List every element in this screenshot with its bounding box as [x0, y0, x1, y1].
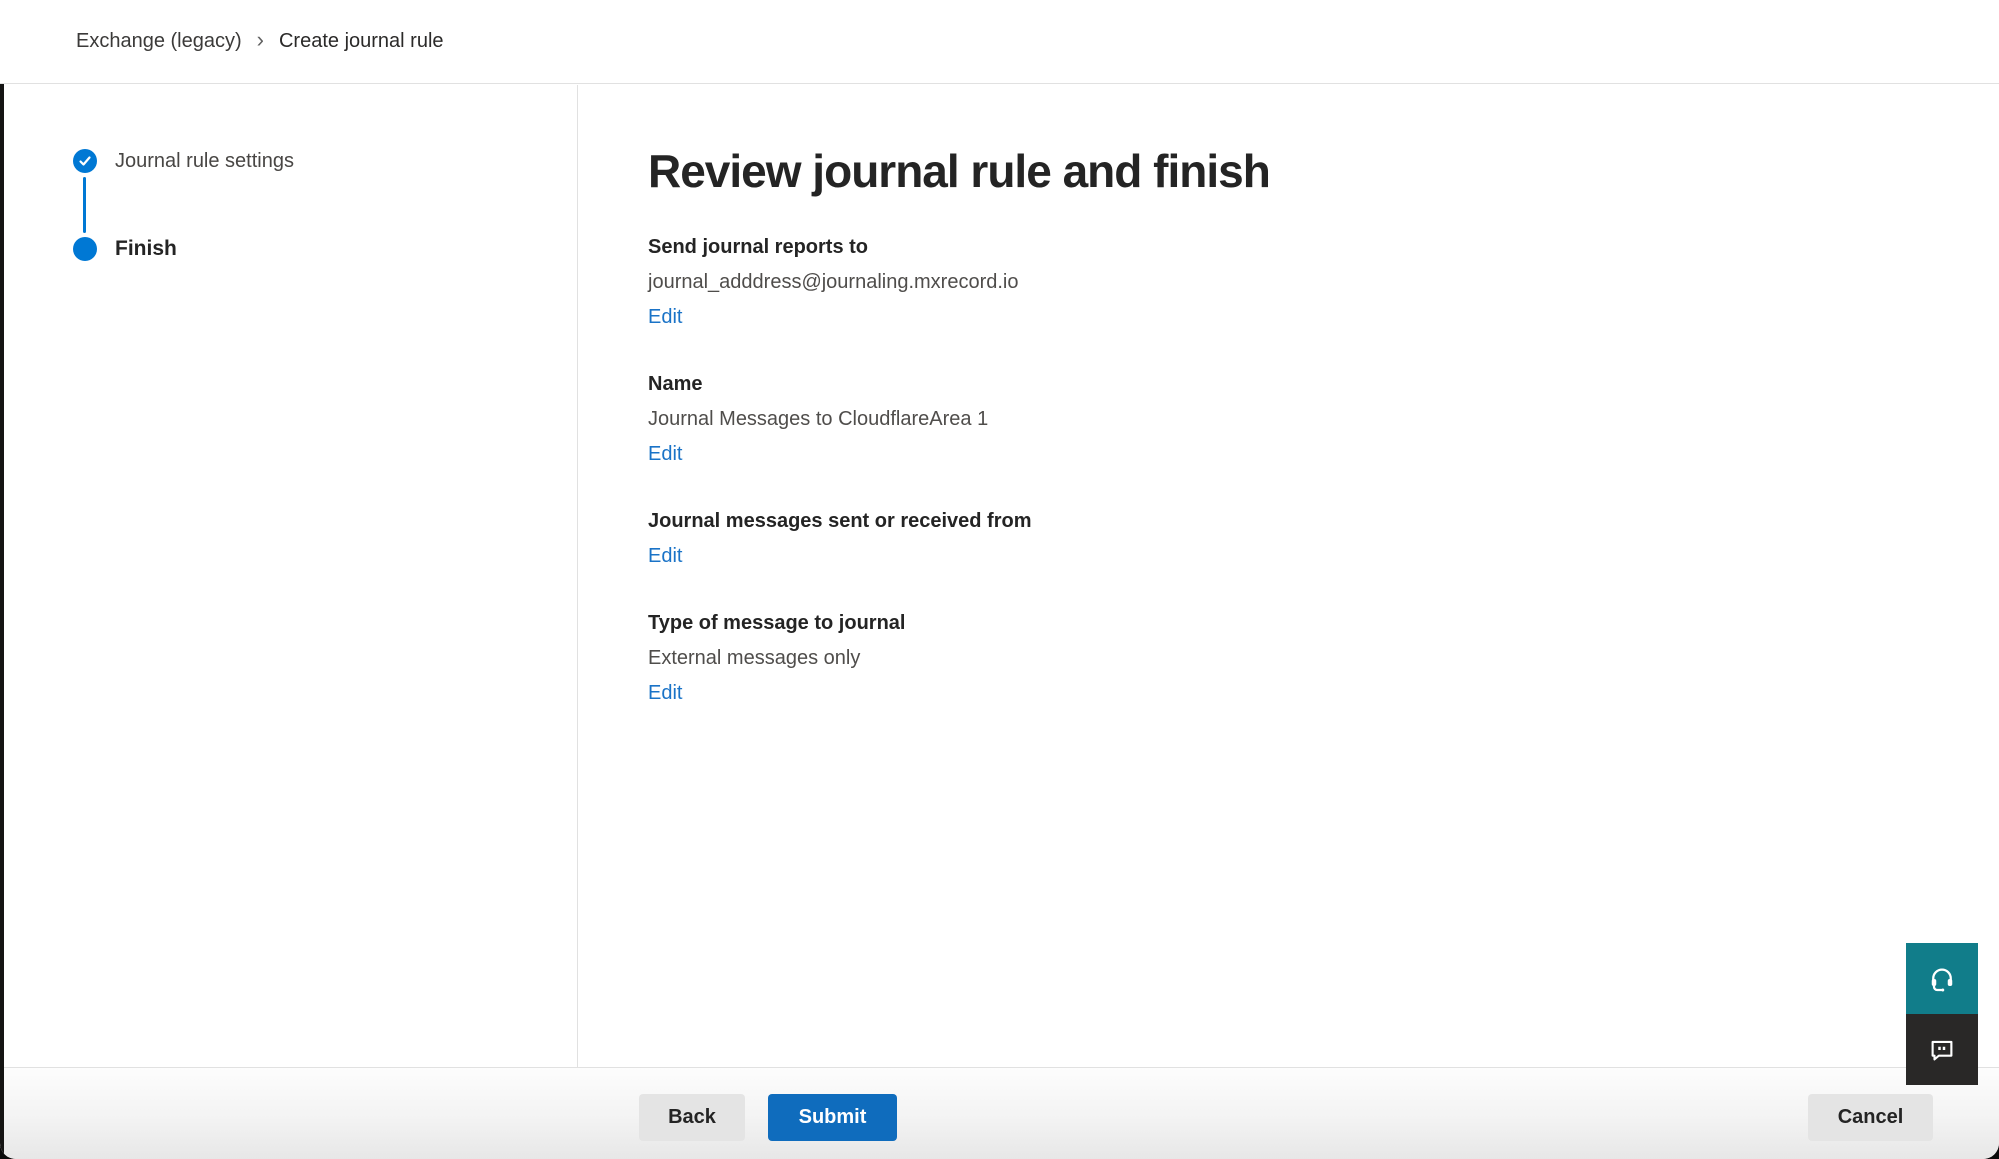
stepper-step-finish[interactable]: Finish	[73, 237, 577, 261]
stepper-step-label: Journal rule settings	[115, 150, 294, 173]
app-window: Exchange (legacy) › Create journal rule …	[0, 0, 1999, 1159]
edit-send-journal-reports-link[interactable]: Edit	[648, 300, 682, 335]
breadcrumb-create-journal-rule: Create journal rule	[279, 30, 444, 53]
submit-button[interactable]: Submit	[768, 1094, 897, 1141]
chevron-right-icon: ›	[257, 29, 264, 54]
breadcrumb-exchange-legacy[interactable]: Exchange (legacy)	[76, 30, 242, 53]
support-button[interactable]	[1906, 943, 1978, 1014]
edit-journal-scope-link[interactable]: Edit	[648, 539, 682, 574]
breadcrumb: Exchange (legacy) › Create journal rule	[76, 29, 444, 54]
page-title: Review journal rule and finish	[648, 140, 1999, 202]
rule-name-value: Journal Messages to CloudflareArea 1	[648, 402, 1999, 437]
filled-dot-icon	[73, 237, 97, 261]
back-button[interactable]: Back	[639, 1094, 745, 1141]
review-sections: Send journal reports to journal_adddress…	[648, 230, 1999, 711]
top-header-bar: Exchange (legacy) › Create journal rule	[0, 0, 1999, 84]
edit-message-type-link[interactable]: Edit	[648, 676, 682, 711]
cancel-button[interactable]: Cancel	[1808, 1094, 1933, 1141]
section-label: Journal messages sent or received from	[648, 504, 1999, 539]
section-name: Name Journal Messages to CloudflareArea …	[648, 367, 1999, 472]
left-edge-strip	[0, 84, 4, 1159]
wizard-stepper-panel: Journal rule settings Finish	[0, 85, 578, 1067]
stepper-step-label: Finish	[115, 237, 177, 261]
section-journal-messages-sent-or-received: Journal messages sent or received from E…	[648, 504, 1999, 574]
footer-action-bar: Back Submit Cancel	[0, 1067, 1999, 1159]
edit-name-link[interactable]: Edit	[648, 437, 682, 472]
check-icon	[73, 149, 97, 173]
section-label: Name	[648, 367, 1999, 402]
feedback-button[interactable]	[1906, 1014, 1978, 1085]
message-type-value: External messages only	[648, 641, 1999, 676]
section-label: Type of message to journal	[648, 606, 1999, 641]
stepper-step-journal-rule-settings[interactable]: Journal rule settings	[73, 149, 577, 173]
section-send-journal-reports-to: Send journal reports to journal_adddress…	[648, 230, 1999, 335]
headset-icon	[1927, 964, 1957, 994]
stepper-connector	[83, 177, 86, 233]
section-type-of-message: Type of message to journal External mess…	[648, 606, 1999, 711]
chat-icon	[1927, 1035, 1957, 1065]
review-content-panel: Review journal rule and finish Send jour…	[648, 85, 1999, 1067]
section-label: Send journal reports to	[648, 230, 1999, 265]
journal-report-address-value: journal_adddress@journaling.mxrecord.io	[648, 265, 1999, 300]
